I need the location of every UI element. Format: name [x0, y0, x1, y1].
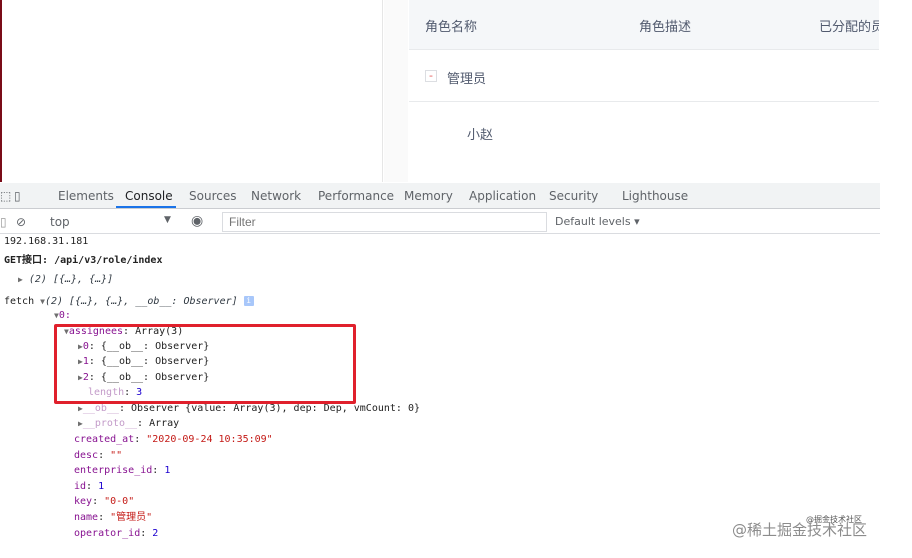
- role-name-cell: 小赵: [467, 128, 494, 143]
- highlight-box: [54, 324, 356, 404]
- active-tab-indicator: [116, 206, 176, 208]
- tree-value: "管理员": [110, 512, 153, 523]
- fetch-label: fetch: [4, 296, 35, 307]
- column-header-assigned: 已分配的员: [819, 20, 879, 35]
- tree-item-0[interactable]: ▼0:: [54, 309, 71, 323]
- tree-field: enterprise_id: 1: [74, 465, 171, 476]
- tree-key: key: [74, 496, 93, 507]
- tree-field: created_at: "2020-09-24 10:35:09": [74, 434, 273, 445]
- device-toolbar-icon[interactable]: ▯: [14, 189, 21, 203]
- console-array-row[interactable]: ▶ (2) [{…}, {…}]: [18, 273, 113, 287]
- tree-field: desc: "": [74, 450, 123, 461]
- tab-elements[interactable]: Elements: [58, 189, 114, 203]
- tab-sources[interactable]: Sources: [189, 189, 236, 203]
- clear-console-icon[interactable]: ⊘: [16, 215, 26, 229]
- table-header-row: 角色名称 角色描述 已分配的员: [409, 0, 879, 50]
- tab-lighthouse[interactable]: Lighthouse: [622, 189, 688, 203]
- info-icon[interactable]: i: [243, 296, 254, 306]
- tree-field: key: "0-0": [74, 496, 135, 507]
- console-filter-input[interactable]: [222, 212, 547, 232]
- context-select[interactable]: top ▼: [42, 213, 178, 231]
- sidebar-toggle-icon[interactable]: ▯: [0, 215, 7, 229]
- tab-security[interactable]: Security: [549, 189, 598, 203]
- inspect-element-icon[interactable]: ⬚: [0, 189, 11, 203]
- tree-key: operator_id: [74, 528, 141, 539]
- tree-value: "2020-09-24 10:35:09": [146, 434, 273, 445]
- log-levels-select[interactable]: Default levels ▾: [555, 215, 640, 228]
- table-row[interactable]: - 管理员: [409, 50, 879, 102]
- column-header-role-name: 角色名称: [425, 20, 478, 35]
- tab-console[interactable]: Console: [125, 189, 173, 203]
- role-name-cell: 管理员: [447, 72, 487, 87]
- tree-field: id: 1: [74, 481, 105, 492]
- console-log-ip: 192.168.31.181: [4, 236, 89, 247]
- tree-ob[interactable]: ▶__ob__: Observer {value: Array(3), dep:…: [78, 402, 420, 416]
- tree-value: Array: [149, 418, 180, 429]
- tree-field: name: "管理员": [74, 512, 153, 523]
- tree-key: desc: [74, 450, 99, 461]
- context-value: top: [50, 215, 70, 229]
- array-summary: (2) [{…}, {…}]: [28, 274, 114, 285]
- tree-value: Observer {value: Array(3), dep: Dep, vmC…: [131, 403, 420, 414]
- tree-key: __ob__: [82, 403, 119, 414]
- tree-value: "": [110, 450, 123, 461]
- tree-key: enterprise_id: [74, 465, 153, 476]
- expand-arrow-icon[interactable]: ▶: [18, 275, 23, 284]
- tree-key: created_at: [74, 434, 135, 445]
- tree-key: 0:: [58, 310, 71, 321]
- web-page-area: 角色名称 角色描述 已分配的员 - 管理员 小赵: [0, 0, 912, 182]
- tab-performance[interactable]: Performance: [318, 189, 394, 203]
- panel-gap: [384, 0, 408, 182]
- devtools-tab-bar: ⬚ ▯ Elements Console Sources Network Per…: [0, 183, 880, 209]
- console-filter-bar: ▯ ⊘ top ▼ ◉ Default levels ▾: [0, 210, 880, 234]
- eye-icon[interactable]: ◉: [191, 213, 203, 229]
- chevron-down-icon: ▼: [164, 215, 171, 225]
- tree-key: __proto__: [82, 418, 138, 429]
- role-table: 角色名称 角色描述 已分配的员 - 管理员 小赵: [409, 0, 879, 182]
- tree-field: operator_id: 2: [74, 528, 159, 539]
- tab-memory[interactable]: Memory: [404, 189, 453, 203]
- tree-key: name: [74, 512, 99, 523]
- tree-key: id: [74, 481, 87, 492]
- console-fetch-row[interactable]: fetch ▼(2) [{…}, {…}, __ob__: Observer] …: [4, 295, 254, 309]
- tree-value: 1: [98, 481, 105, 492]
- tree-proto[interactable]: ▶__proto__: Array: [78, 417, 179, 431]
- fetch-summary: (2) [{…}, {…}, __ob__: Observer]: [44, 296, 238, 307]
- tree-value: "0-0": [104, 496, 135, 507]
- table-row[interactable]: 小赵: [409, 102, 879, 162]
- collapse-toggle-icon[interactable]: -: [425, 70, 437, 82]
- console-log-get: GET接口: /api/v3/role/index: [4, 255, 163, 266]
- left-content-panel: [0, 0, 383, 182]
- column-header-role-desc: 角色描述: [639, 20, 692, 35]
- tab-network[interactable]: Network: [251, 189, 301, 203]
- watermark: @稀土掘金技术社区: [732, 521, 868, 539]
- tree-value: 2: [152, 528, 159, 539]
- tree-value: 1: [164, 465, 171, 476]
- tab-application[interactable]: Application: [469, 189, 536, 203]
